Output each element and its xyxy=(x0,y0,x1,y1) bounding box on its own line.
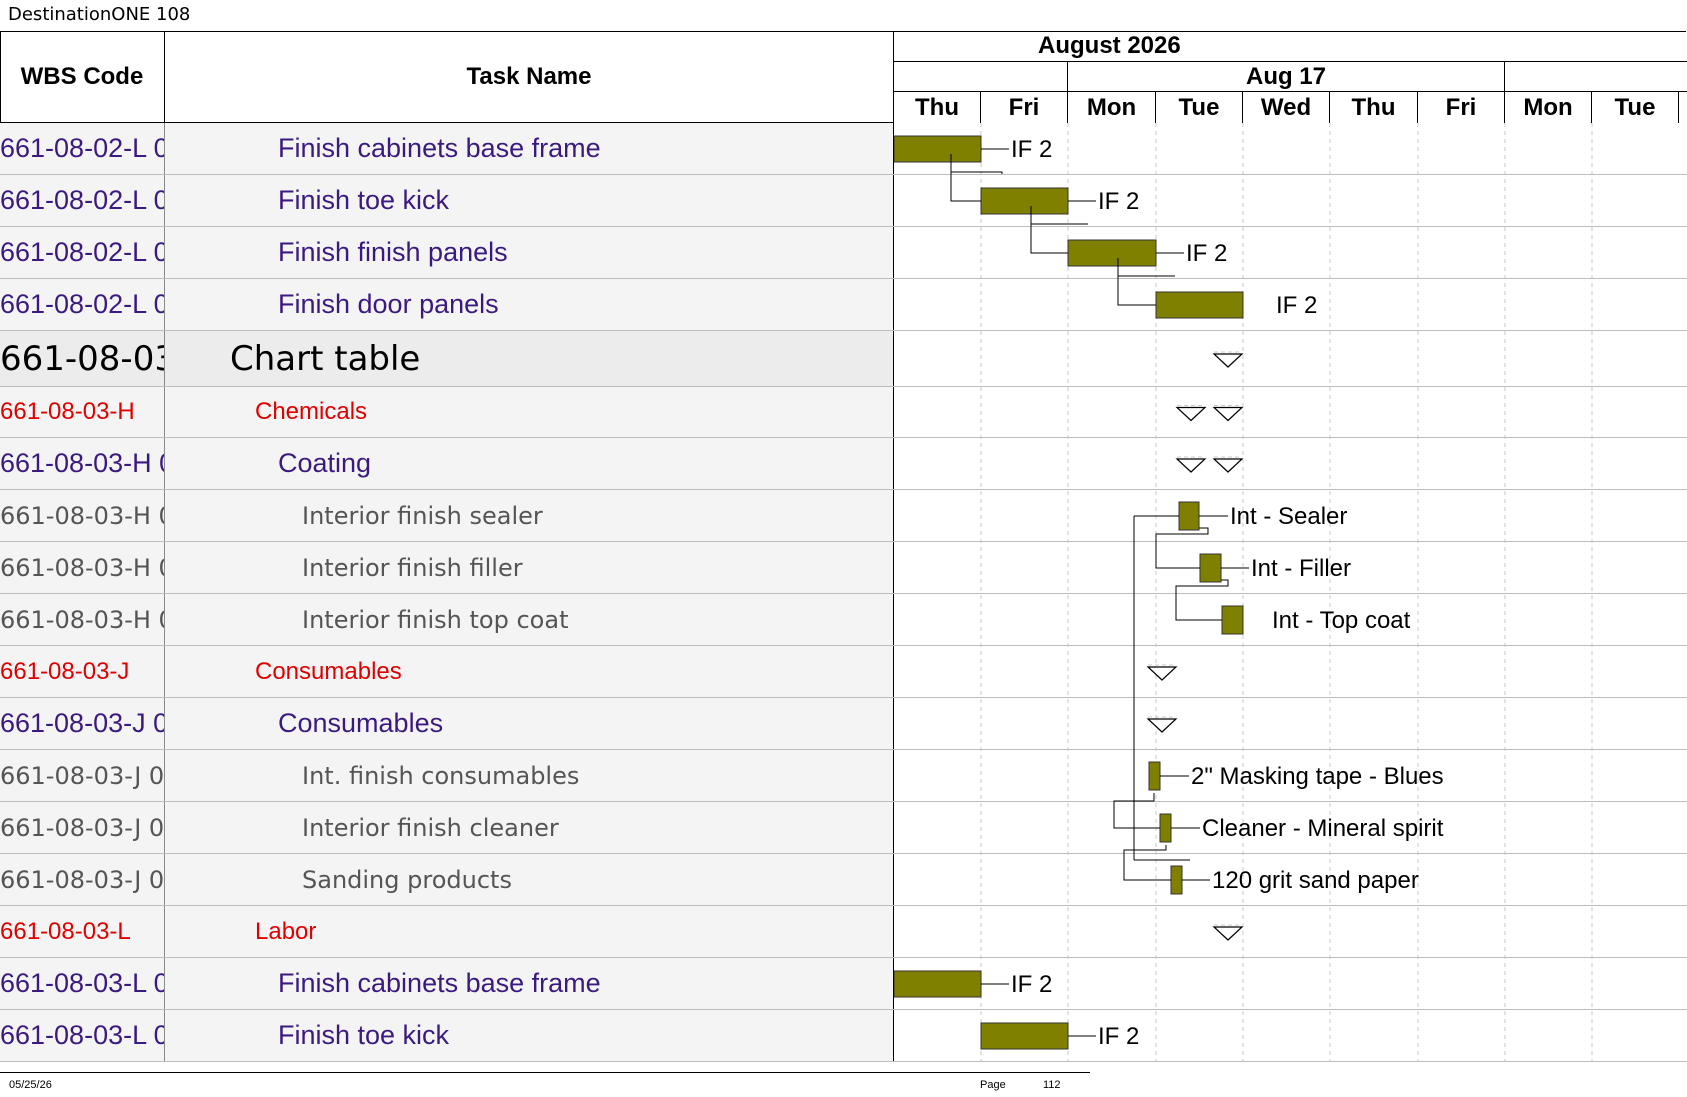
bar-label: Cleaner - Mineral spirit xyxy=(1202,815,1444,842)
bar-label: IF 2 xyxy=(1098,1023,1139,1050)
bar-label: Int - Filler xyxy=(1251,555,1351,582)
timescale-day: Tue xyxy=(1156,92,1243,123)
summary-marker xyxy=(1175,458,1207,473)
wbs-code-cell[interactable]: 661-08-03-J xyxy=(0,646,165,697)
task-name-cell[interactable]: Chemicals xyxy=(165,387,894,437)
wbs-code-cell[interactable]: 661-08-03 xyxy=(0,331,165,386)
wbs-code-cell[interactable]: 661-08-03-L 0 xyxy=(0,1010,165,1061)
task-name-cell[interactable]: Finish toe kick xyxy=(165,175,894,226)
timescale-week xyxy=(1505,62,1687,92)
task-bar xyxy=(1199,553,1222,583)
dependency-link xyxy=(1175,579,1229,621)
dependency-link xyxy=(1030,224,1068,254)
task-name-cell[interactable]: Interior finish top coat xyxy=(165,594,894,645)
wbs-code-cell[interactable]: 661-08-03-L 0 xyxy=(0,958,165,1009)
wbs-code-cell[interactable]: 661-08-03-H 01 xyxy=(0,542,165,593)
wbs-code-cell[interactable]: 661-08-03-J 01 xyxy=(0,854,165,905)
wbs-code-cell[interactable]: 661-08-03-H 01 xyxy=(0,490,165,541)
timescale-header: August 2026 Aug 17 Thu Fri Mon Tue Wed T… xyxy=(894,31,1687,123)
wbs-code-cell[interactable]: 661-08-03-H xyxy=(0,387,165,437)
timescale-week: Aug 17 xyxy=(1068,62,1505,92)
wbs-code-cell[interactable]: 661-08-03-J 01 xyxy=(0,802,165,853)
task-bar xyxy=(980,1022,1069,1050)
wbs-code-cell[interactable]: 661-08-03-H 01 xyxy=(0,594,165,645)
bar-label: IF 2 xyxy=(1011,971,1052,998)
task-bar xyxy=(894,970,982,998)
timescale-day: Fri xyxy=(981,92,1068,123)
dependency-link xyxy=(1123,845,1171,881)
task-name-cell[interactable]: Consumables xyxy=(165,698,894,749)
timescale-day: Wed xyxy=(1243,92,1330,123)
task-bar xyxy=(980,187,1069,215)
summary-marker xyxy=(1212,406,1244,422)
footer-divider xyxy=(0,1072,1090,1073)
footer-date: 05/25/26 xyxy=(9,1079,52,1091)
footer-page-number: 112 xyxy=(1043,1079,1061,1091)
footer-page-label: Page xyxy=(980,1079,1006,1091)
wbs-code-cell[interactable]: 661-08-02-L 0 xyxy=(0,123,165,174)
bar-label: IF 2 xyxy=(1098,188,1139,215)
wbs-code-cell[interactable]: 661-08-03-J 01 xyxy=(0,750,165,801)
task-bar xyxy=(1159,813,1172,843)
timescale-month-label: August 2026 xyxy=(1038,32,1181,59)
bar-label: 2" Masking tape - Blues xyxy=(1191,763,1444,790)
task-name-cell[interactable]: Finish cabinets base frame xyxy=(165,958,894,1009)
task-name-cell[interactable]: Finish finish panels xyxy=(165,227,894,278)
summary-marker xyxy=(1212,926,1244,941)
summary-marker xyxy=(1212,353,1244,368)
dependency-link xyxy=(950,172,981,202)
task-name-cell[interactable]: Chart table xyxy=(165,331,894,386)
task-name-cell[interactable]: Labor xyxy=(165,906,894,957)
task-bar xyxy=(894,135,982,163)
timescale-day: Mon xyxy=(1068,92,1156,123)
bar-label: IF 2 xyxy=(1276,292,1317,319)
task-name-cell[interactable]: Finish door panels xyxy=(165,279,894,330)
window-title: DestinationONE 108 xyxy=(8,4,191,25)
bar-label: IF 2 xyxy=(1186,240,1227,267)
bar-label: 120 grit sand paper xyxy=(1212,867,1419,894)
task-name-cell[interactable]: Finish toe kick xyxy=(165,1010,894,1061)
bar-label: Int - Top coat xyxy=(1272,607,1411,634)
wbs-code-cell[interactable]: 661-08-03-H 0 xyxy=(0,438,165,489)
timescale-day: Tue xyxy=(1592,92,1679,123)
task-name-cell[interactable]: Sanding products xyxy=(165,854,894,905)
bar-label: Int - Sealer xyxy=(1230,503,1347,530)
task-name-cell[interactable]: Int. finish consumables xyxy=(165,750,894,801)
column-header-wbs[interactable]: WBS Code xyxy=(0,31,165,123)
task-name-cell[interactable]: Interior finish sealer xyxy=(165,490,894,541)
task-name-cell[interactable]: Finish cabinets base frame xyxy=(165,123,894,174)
summary-marker xyxy=(1175,406,1207,422)
task-bar xyxy=(1178,501,1200,531)
summary-marker xyxy=(1146,718,1178,733)
wbs-code-cell[interactable]: 661-08-03-J 0 xyxy=(0,698,165,749)
task-name-cell[interactable]: Interior finish cleaner xyxy=(165,802,894,853)
task-name-cell[interactable]: Consumables xyxy=(165,646,894,697)
column-header-task[interactable]: Task Name xyxy=(165,31,894,123)
wbs-code-cell[interactable]: 661-08-02-L 0 xyxy=(0,175,165,226)
timescale-week xyxy=(894,62,1068,92)
task-bar xyxy=(1148,761,1161,791)
bar-label: IF 2 xyxy=(1011,136,1052,163)
task-bar xyxy=(1170,865,1183,895)
task-bar xyxy=(1221,605,1244,635)
timescale-month: August 2026 xyxy=(894,31,1687,62)
wbs-code-cell[interactable]: 661-08-02-L 0 xyxy=(0,279,165,330)
timescale-day: Mon xyxy=(1505,92,1592,123)
summary-marker xyxy=(1146,666,1178,681)
task-bar xyxy=(1067,239,1157,267)
task-bar xyxy=(1155,291,1244,319)
task-name-cell[interactable]: Interior finish filler xyxy=(165,542,894,593)
wbs-code-cell[interactable]: 661-08-03-L xyxy=(0,906,165,957)
task-name-cell[interactable]: Coating xyxy=(165,438,894,489)
gantt-chart: IF 2 IF 2 IF 2 IF 2 Int - Sealer Int - Filler… xyxy=(894,123,1687,1062)
summary-marker xyxy=(1212,458,1244,473)
timescale-day: Fri xyxy=(1418,92,1505,123)
table-header: WBS Code Task Name xyxy=(0,31,894,123)
timescale-day: Thu xyxy=(1330,92,1418,123)
dependency-link xyxy=(1113,793,1160,829)
dependency-link xyxy=(1117,276,1156,306)
wbs-code-cell[interactable]: 661-08-02-L 0 xyxy=(0,227,165,278)
timescale-day: Thu xyxy=(894,92,981,123)
